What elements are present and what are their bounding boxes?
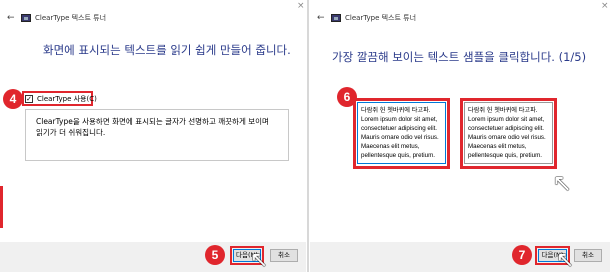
window-title: ClearType 텍스트 튜너 — [345, 14, 417, 22]
cleartype-checkbox-label[interactable]: ClearType 사용(C) — [37, 94, 97, 104]
sample-2-latin: Lorem ipsum dolor sit amet, consectetuer… — [468, 116, 546, 159]
mouse-cursor-icon: ↖ — [556, 248, 575, 272]
page-heading: 가장 깔끔해 보이는 텍스트 샘플을 클릭합니다. (1/5) — [332, 50, 587, 64]
page-heading: 화면에 표시되는 텍스트를 읽기 쉽게 만들어 줍니다. — [43, 43, 291, 57]
text-sample-1[interactable]: 다람쥐 헌 쳇바퀴에 타고파. Lorem ipsum dolor sit am… — [357, 102, 446, 164]
text-sample-2[interactable]: 다람쥐 헌 쳇바퀴에 타고파. Lorem ipsum dolor sit am… — [464, 102, 553, 164]
mouse-cursor-icon: ↖ — [250, 248, 269, 272]
back-arrow-icon[interactable]: ← — [7, 13, 15, 23]
cleartype-checkbox[interactable]: ✓ — [25, 95, 33, 103]
cleartype-window-step1: ← ClearType 텍스트 튜너 × 화면에 표시되는 텍스트를 읽기 쉽게… — [0, 0, 306, 272]
mouse-cursor-icon: ↖ — [552, 169, 573, 197]
close-icon[interactable]: × — [601, 1, 609, 11]
cancel-button[interactable]: 취소 — [574, 249, 602, 262]
title-bar: ← ClearType 텍스트 튜너 × — [0, 0, 306, 28]
edge-marker — [0, 186, 3, 228]
window-title: ClearType 텍스트 튜너 — [35, 14, 107, 22]
monitor-icon — [21, 14, 31, 22]
sample-1-korean: 다람쥐 헌 쳇바퀴에 타고파. — [361, 107, 431, 114]
close-icon[interactable]: × — [297, 1, 305, 11]
title-bar: ← ClearType 텍스트 튜너 × — [310, 0, 610, 28]
window-divider — [307, 0, 309, 272]
description-box: ClearType을 사용하면 화면에 표시되는 글자가 선명하고 깨끗하게 보… — [25, 109, 289, 161]
cleartype-checkbox-row[interactable]: ✓ ClearType 사용(C) — [25, 94, 97, 104]
sample-2-korean: 다람쥐 헌 쳇바퀴에 타고파. — [468, 107, 538, 114]
back-arrow-icon[interactable]: ← — [317, 13, 325, 23]
description-text: ClearType을 사용하면 화면에 표시되는 글자가 선명하고 깨끗하게 보… — [36, 117, 269, 137]
footer-bar: 5 다음(N) 취소 ↖ — [0, 242, 306, 272]
step-badge-7: 7 — [512, 245, 532, 265]
footer-bar: 7 다음(N) 취소 ↖ — [310, 242, 610, 272]
step-badge-4: 4 — [3, 89, 23, 109]
step-badge-5: 5 — [205, 245, 225, 265]
sample-1-latin: Lorem ipsum dolor sit amet, consectetuer… — [361, 116, 439, 159]
cancel-button[interactable]: 취소 — [270, 249, 298, 262]
cleartype-window-step2: ← ClearType 텍스트 튜너 × 가장 깔끔해 보이는 텍스트 샘플을 … — [310, 0, 610, 272]
monitor-icon — [331, 14, 341, 22]
